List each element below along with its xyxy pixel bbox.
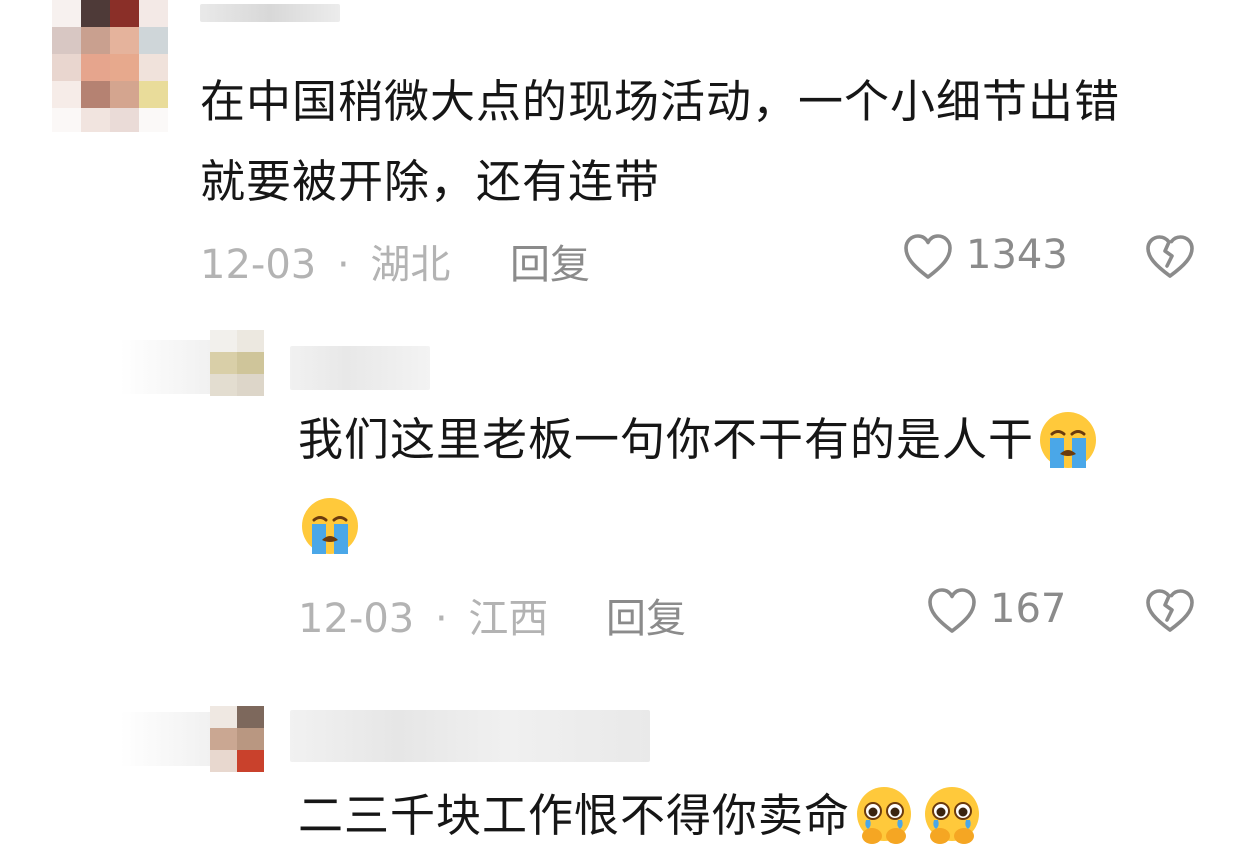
loudly-crying-face-icon <box>1040 412 1097 468</box>
avatar-blur-left <box>120 712 210 766</box>
face-holding-back-tears-icon <box>925 787 980 844</box>
dislike-broken-heart-icon[interactable] <box>1144 588 1196 634</box>
comment-text: 我们这里老板一句你不干有的是人干 <box>298 413 1035 466</box>
comment-text: 二三千块工作恨不得你卖命 <box>298 789 851 842</box>
loudly-crying-face-icon <box>302 498 358 554</box>
like-count: 167 <box>990 586 1067 632</box>
comment-text-line-1: 我们这里老板一句你不干有的是人干 <box>298 400 1100 480</box>
comment-date: 12-03 <box>298 596 415 642</box>
comment-meta: 12-03 · 湖北 <box>200 232 450 290</box>
comment-meta: 12-03 · 江西 <box>298 586 548 644</box>
avatar-blur-left <box>120 340 210 394</box>
dislike-broken-heart-icon[interactable] <box>1144 234 1196 280</box>
avatar[interactable] <box>210 706 264 772</box>
face-holding-back-tears-icon <box>857 787 912 844</box>
avatar[interactable] <box>52 0 168 132</box>
username-blurred[interactable] <box>290 346 430 390</box>
meta-separator: · <box>336 242 350 288</box>
meta-separator: · <box>434 596 448 642</box>
comment-date: 12-03 <box>200 242 317 288</box>
username-blurred[interactable] <box>200 4 340 22</box>
comment-location: 江西 <box>468 596 549 642</box>
comment-text-line-2: 就要被开除，还有连带 <box>200 155 661 208</box>
comment-text-line-2 <box>298 494 362 558</box>
reply-button[interactable]: 回复 <box>606 586 686 644</box>
like-count: 1343 <box>966 232 1068 278</box>
reply-button[interactable]: 回复 <box>510 232 590 290</box>
username-blurred[interactable] <box>290 710 650 762</box>
heart-icon[interactable] <box>902 233 954 281</box>
avatar[interactable] <box>210 330 264 396</box>
heart-icon[interactable] <box>926 587 978 635</box>
comment-text-line-1: 二三千块工作恨不得你卖命 <box>298 776 984 856</box>
comment-location: 湖北 <box>370 242 451 288</box>
comment-text-line-1: 在中国稍微大点的现场活动，一个小细节出错 <box>200 75 1121 128</box>
